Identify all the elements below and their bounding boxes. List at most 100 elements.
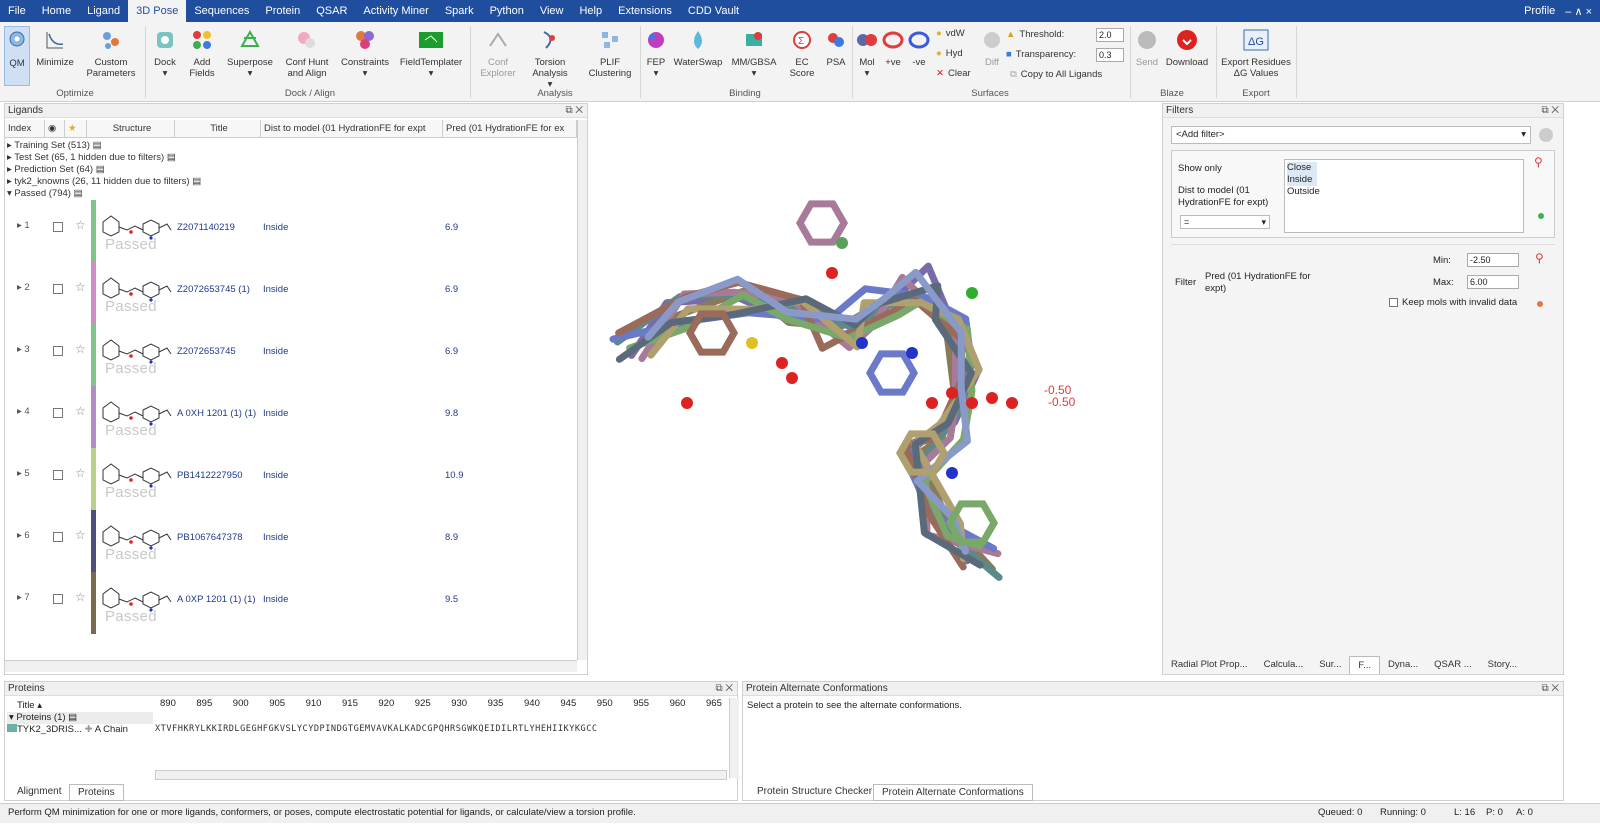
set-test[interactable]: ▸ Test Set (65, 1 hidden due to filters)… (7, 152, 176, 163)
qm-button[interactable]: QM (4, 26, 30, 86)
favorite-star-icon[interactable]: ☆ (75, 466, 86, 480)
profile-menu[interactable]: Profile (1524, 5, 1555, 17)
download-button[interactable]: Download (1164, 26, 1210, 68)
gear-icon[interactable] (1539, 128, 1553, 142)
ligand-title[interactable]: A 0XH 1201 (1) (1) (177, 408, 256, 419)
ligand-title[interactable]: Z2072653745 (1) (177, 284, 250, 295)
row-checkbox[interactable] (53, 470, 63, 480)
ligand-title[interactable]: A 0XP 1201 (1) (1) (177, 594, 256, 605)
row-checkbox[interactable] (53, 284, 63, 294)
custom-parameters-button[interactable]: Custom Parameters (84, 26, 138, 79)
ligand-row[interactable]: ▸ 4 ☆ Passed A 0XH 1201 (1) (1) Inside 9.8 (5, 386, 577, 448)
panel-close-icon[interactable]: ⧉ ✕ (715, 682, 733, 696)
negative-surface-button[interactable]: -ve (906, 26, 932, 68)
export-residues-button[interactable]: ΔG Export Residues ΔG Values (1220, 26, 1292, 79)
menu-spark[interactable]: Spark (437, 0, 482, 22)
mmgbsa-button[interactable]: MM/GBSA ▾ (730, 26, 778, 79)
add-filter-dropdown[interactable]: <Add filter> ▾ (1171, 126, 1531, 144)
superpose-button[interactable]: Superpose ▾ (226, 26, 274, 79)
pin-icon[interactable]: ⚲ (1534, 155, 1543, 169)
window-controls[interactable]: – ∧ × (1565, 5, 1592, 18)
column-dist-to-model[interactable]: Dist to model (01 HydrationFE for expt (261, 120, 443, 138)
favorite-star-icon[interactable]: ☆ (75, 280, 86, 294)
transparency-input[interactable]: 0.3 (1096, 48, 1124, 62)
field-templater-button[interactable]: FieldTemplater ▾ (398, 26, 464, 79)
ligand-row[interactable]: ▸ 3 ☆ Passed Z2072653745 Inside 6.9 (5, 324, 577, 386)
tab-qsar[interactable]: QSAR ... (1426, 656, 1479, 674)
diff-button[interactable]: Diff (980, 26, 1004, 68)
menu-protein[interactable]: Protein (257, 0, 308, 22)
sequence-scrollbar[interactable] (155, 770, 727, 780)
dock-button[interactable]: Dock ▾ (150, 26, 180, 79)
ligand-title[interactable]: PB1412227950 (177, 470, 243, 481)
ligands-vertical-scrollbar[interactable] (577, 120, 587, 660)
keep-invalid-checkbox[interactable]: Keep mols with invalid data (1389, 297, 1517, 308)
mol-surface-button[interactable]: Mol ▾ (854, 26, 880, 79)
column-star[interactable]: ★ (65, 120, 87, 138)
copy-to-all-ligands-button[interactable]: ⧉ Copy to All Ligands (1010, 69, 1102, 80)
menu-home[interactable]: Home (34, 0, 79, 22)
conf-hunt-button[interactable]: Conf Hunt and Align (282, 26, 332, 79)
row-checkbox[interactable] (53, 408, 63, 418)
ligands-horizontal-scrollbar[interactable] (5, 660, 577, 672)
min-input[interactable]: -2.50 (1467, 253, 1519, 267)
proteins-group-row[interactable]: ▾ Proteins (1) ▤ (7, 712, 153, 724)
waterswap-button[interactable]: WaterSwap (672, 26, 724, 68)
conf-explorer-button[interactable]: Conf Explorer (478, 26, 518, 79)
column-structure[interactable]: Structure (87, 120, 175, 138)
column-pred[interactable]: Pred (01 HydrationFE for ex (443, 120, 577, 138)
hyd-surface-button[interactable]: ● Hyd (936, 48, 963, 59)
panel-close-icon[interactable]: ⧉ ✕ (1541, 104, 1559, 118)
set-passed[interactable]: ▾ Passed (794) ▤ (7, 188, 83, 199)
tab-surfaces[interactable]: Sur... (1311, 656, 1349, 674)
panel-close-icon[interactable]: ⧉ ✕ (565, 104, 583, 118)
send-button[interactable]: Send (1134, 26, 1160, 68)
tab-proteins[interactable]: Proteins (69, 784, 124, 801)
tab-calculations[interactable]: Calcula... (1256, 656, 1312, 674)
favorite-star-icon[interactable]: ☆ (75, 590, 86, 604)
psa-button[interactable]: PSA (824, 26, 848, 68)
ligand-row[interactable]: ▸ 6 ☆ Passed PB1067647378 Inside 8.9 (5, 510, 577, 572)
menu-activity-miner[interactable]: Activity Miner (355, 0, 436, 22)
menu-sequences[interactable]: Sequences (186, 0, 257, 22)
ligand-row[interactable]: ▸ 5 ☆ Passed PB1412227950 Inside 10.9 (5, 448, 577, 510)
tab-filters[interactable]: F... (1349, 656, 1381, 674)
fep-button[interactable]: FEP ▾ (644, 26, 668, 79)
option-close[interactable]: Close (1287, 162, 1317, 174)
row-checkbox[interactable] (53, 594, 63, 604)
column-visible[interactable]: ◉ (45, 120, 65, 138)
tab-protein-alternate-conformations[interactable]: Protein Alternate Conformations (873, 784, 1033, 801)
tab-story[interactable]: Story... (1480, 656, 1525, 674)
tab-protein-structure-checker[interactable]: Protein Structure Checker (749, 784, 880, 799)
menu-qsar[interactable]: QSAR (308, 0, 355, 22)
threshold-input[interactable]: 2.0 (1096, 28, 1124, 42)
menu-cdd-vault[interactable]: CDD Vault (680, 0, 747, 22)
favorite-star-icon[interactable]: ☆ (75, 528, 86, 542)
tab-alignment[interactable]: Alignment (9, 784, 69, 799)
minimize-button[interactable]: Minimize (34, 26, 76, 68)
set-tyk2-knowns[interactable]: ▸ tyk2_knowns (26, 11 hidden due to filt… (7, 176, 201, 187)
menu-extensions[interactable]: Extensions (610, 0, 680, 22)
ligand-row[interactable]: ▸ 7 ☆ Passed A 0XP 1201 (1) (1) Inside 9.5 (5, 572, 577, 634)
add-fields-button[interactable]: Add Fields (186, 26, 218, 79)
tab-radial-plot[interactable]: Radial Plot Prop... (1163, 656, 1256, 674)
ligand-row[interactable]: ▸ 1 ☆ Passed Z2071140219 Inside 6.9 (5, 200, 577, 262)
favorite-star-icon[interactable]: ☆ (75, 342, 86, 356)
favorite-star-icon[interactable]: ☆ (75, 218, 86, 232)
torsion-analysis-button[interactable]: Torsion Analysis ▾ (526, 26, 574, 90)
title-column-header[interactable]: Title ▴ (17, 700, 42, 711)
ligand-title[interactable]: PB1067647378 (177, 532, 243, 543)
vdw-surface-button[interactable]: ● vdW (936, 28, 965, 39)
show-only-list[interactable]: Close Inside Outside (1284, 159, 1524, 233)
clear-surface-button[interactable]: ✕ Clear (936, 68, 971, 79)
3d-viewer[interactable]: -0.50 -0.50 (592, 103, 1156, 675)
ligand-row[interactable]: ▸ 2 ☆ Passed Z2072653745 (1) Inside 6.9 (5, 262, 577, 324)
positive-surface-button[interactable]: +ve (880, 26, 906, 68)
pin-icon[interactable]: ⚲ (1535, 251, 1544, 265)
menu-3d-pose[interactable]: 3D Pose (128, 0, 187, 22)
column-index[interactable]: Index (5, 120, 45, 138)
set-prediction[interactable]: ▸ Prediction Set (64) ▤ (7, 164, 105, 175)
set-training[interactable]: ▸ Training Set (513) ▤ (7, 140, 102, 151)
menu-ligand[interactable]: Ligand (79, 0, 128, 22)
option-inside[interactable]: Inside (1287, 174, 1317, 186)
